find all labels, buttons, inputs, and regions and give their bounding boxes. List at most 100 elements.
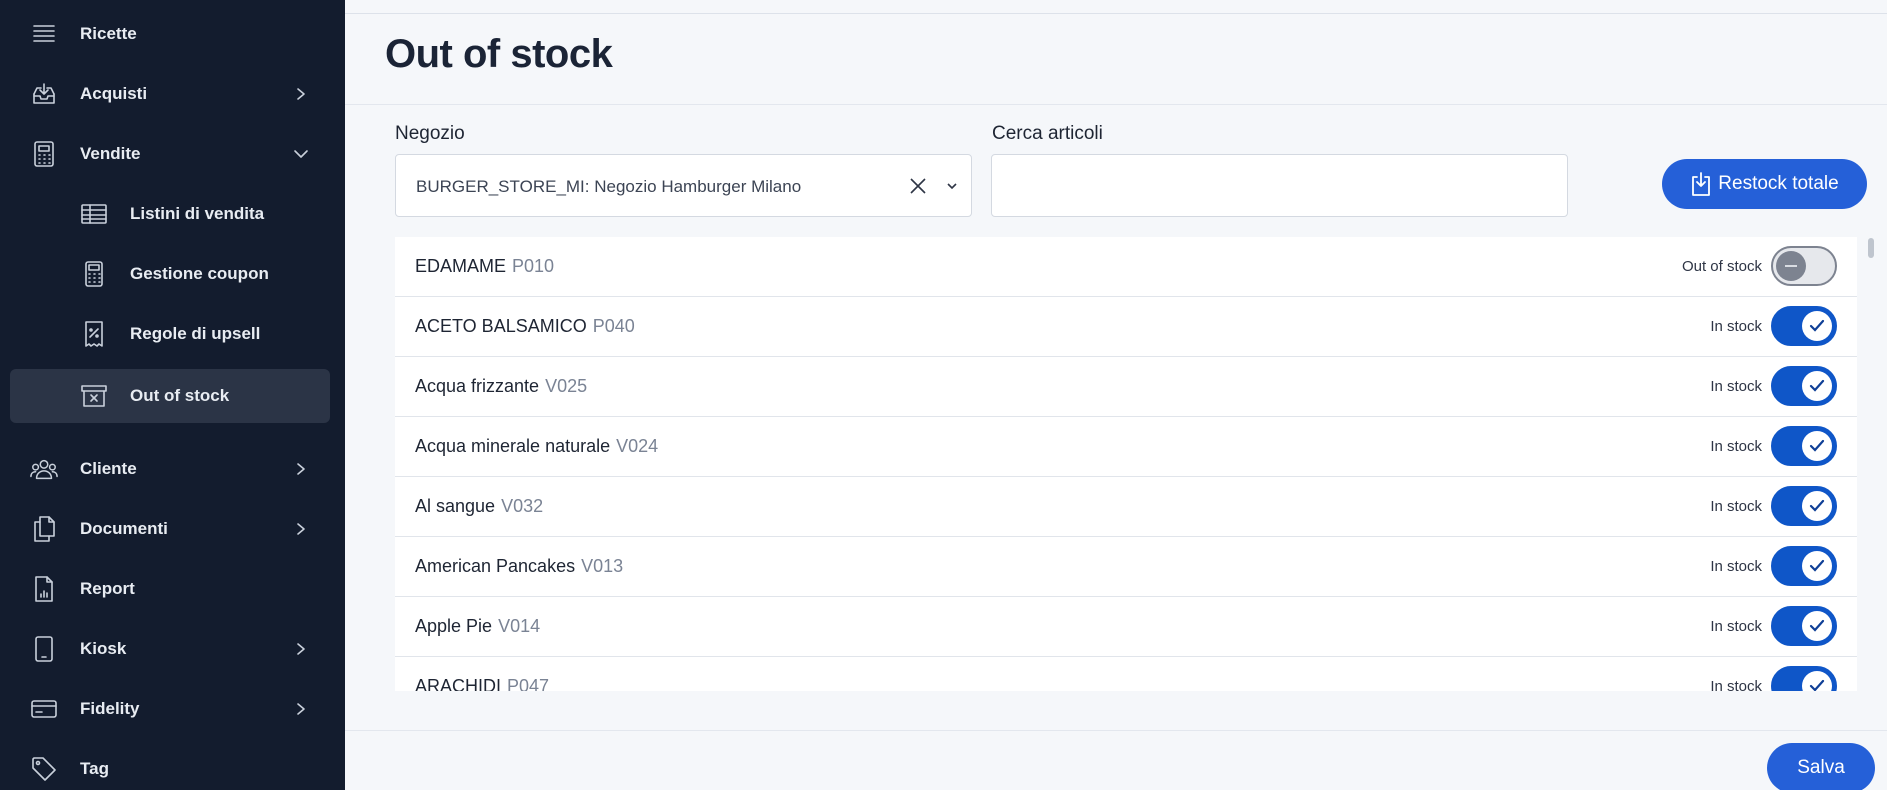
chevron-right-icon [292,640,310,658]
stock-status: In stock [1710,678,1762,691]
sidebar-item-label: Vendite [80,144,141,163]
stock-toggle[interactable] [1771,306,1837,346]
sidebar-item-label: Documenti [80,519,168,538]
list-item: Apple Pie V014 In stock [395,597,1857,657]
documents-icon [30,515,58,543]
stock-toggle[interactable] [1771,546,1837,586]
archive-x-icon [80,382,108,410]
receipt-percent-icon [80,320,108,348]
divider [345,104,1887,105]
item-name: Acqua frizzante V025 [415,376,588,396]
item-code: V032 [501,496,544,516]
sidebar-item-listini[interactable]: Listini di vendita [10,187,330,241]
stock-toggle[interactable] [1771,246,1837,286]
chevron-down-icon[interactable] [945,179,959,193]
sidebar-item-cliente[interactable]: Cliente [10,442,330,496]
list-item: American Pancakes V013 In stock [395,537,1857,597]
stock-status: In stock [1710,378,1762,395]
page-title: Out of stock [385,32,613,76]
sidebar-item-label: Listini di vendita [130,204,265,223]
stock-status: In stock [1710,558,1762,575]
item-name: Al sangue V032 [415,496,544,516]
stock-status: In stock [1710,318,1762,335]
footer-bar: Salva [345,730,1887,790]
users-icon [30,455,58,483]
sidebar-item-label: Ricette [80,24,137,43]
items-list: EDAMAME P010 Out of stock ACETO BALSAMICO… [395,237,1857,691]
item-name: EDAMAME P010 [415,256,555,276]
sidebar-item-upsell[interactable]: Regole di upsell [10,307,330,361]
chevron-right-icon [292,520,310,538]
sidebar-item-label: Gestione coupon [130,264,269,283]
download-box-icon [1690,171,1712,197]
stock-toggle[interactable] [1771,366,1837,406]
store-select-value: BURGER_STORE_MI: Negozio Hamburger Milan… [416,177,802,196]
stock-status: Out of stock [1681,258,1762,275]
sidebar-item-label: Tag [80,759,109,778]
sidebar-item-report[interactable]: Report [10,562,330,616]
check-icon [1802,611,1832,641]
check-icon [1802,371,1832,401]
stock-toggle[interactable] [1771,426,1837,466]
stock-toggle[interactable] [1771,486,1837,526]
close-icon[interactable] [907,175,929,197]
item-name: American Pancakes V013 [415,556,624,576]
check-icon [1802,431,1832,461]
chevron-right-icon [292,85,310,103]
calculator-icon [30,140,58,168]
sidebar-item-tag[interactable]: Tag [10,742,330,790]
check-icon [1802,311,1832,341]
sidebar-item-acquisti[interactable]: Acquisti [10,67,330,121]
stock-status: In stock [1710,618,1762,635]
tag-icon [30,755,58,783]
stock-toggle[interactable] [1771,606,1837,646]
check-icon [1802,551,1832,581]
list-item: EDAMAME P010 Out of stock [395,237,1857,297]
stock-status: In stock [1710,498,1762,515]
item-name: Acqua minerale naturale V024 [415,436,659,456]
check-icon [1802,491,1832,521]
sidebar-item-label: Acquisti [80,84,148,103]
item-code: V024 [616,436,659,456]
item-code: P047 [507,676,550,691]
sidebar-item-ricette[interactable]: Ricette [10,7,330,61]
item-code: P010 [512,256,555,276]
search-input[interactable] [991,154,1568,217]
store-select[interactable]: BURGER_STORE_MI: Negozio Hamburger Milan… [395,154,972,217]
sidebar-item-coupon[interactable]: Gestione coupon [10,247,330,301]
sidebar-item-documenti[interactable]: Documenti [10,502,330,556]
main-content: Out of stock Negozio BURGER_STORE_MI: Ne… [345,0,1887,790]
inbox-download-icon [30,80,58,108]
sidebar-item-label: Regole di upsell [130,324,261,343]
sidebar-item-label: Report [80,579,135,598]
tablet-icon [30,635,58,663]
list-icon [30,20,58,48]
item-name: Apple Pie V014 [415,616,541,636]
stock-status: In stock [1710,438,1762,455]
search-label: Cerca articoli [992,123,1103,144]
sidebar-item-label: Cliente [80,459,137,478]
calculator-icon [80,260,108,288]
list-item: ARACHIDI P047 In stock [395,657,1857,691]
restock-all-button[interactable]: Restock totale [1662,159,1867,209]
table-icon [80,200,108,228]
divider [345,13,1887,14]
list-scrollbar[interactable] [1868,238,1874,258]
item-code: V025 [545,376,588,396]
list-item: Acqua frizzante V025 In stock [395,357,1857,417]
sidebar-item-kiosk[interactable]: Kiosk [10,622,330,676]
report-chart-icon [30,575,58,603]
sidebar-item-fidelity[interactable]: Fidelity [10,682,330,736]
list-item: ACETO BALSAMICO P040 In stock [395,297,1857,357]
sidebar-item-out-of-stock[interactable]: Out of stock [10,369,330,423]
sidebar-item-label: Fidelity [80,699,140,718]
save-button[interactable]: Salva [1767,743,1875,790]
item-name: ARACHIDI P047 [415,676,549,691]
item-code: V014 [498,616,541,636]
stock-toggle[interactable] [1771,666,1837,691]
sidebar: Ricette Acquisti Vendite Listini di vend… [0,0,345,790]
minus-icon [1776,251,1806,281]
chevron-down-icon [292,145,310,163]
check-icon [1802,671,1832,691]
sidebar-item-vendite[interactable]: Vendite [10,127,330,181]
